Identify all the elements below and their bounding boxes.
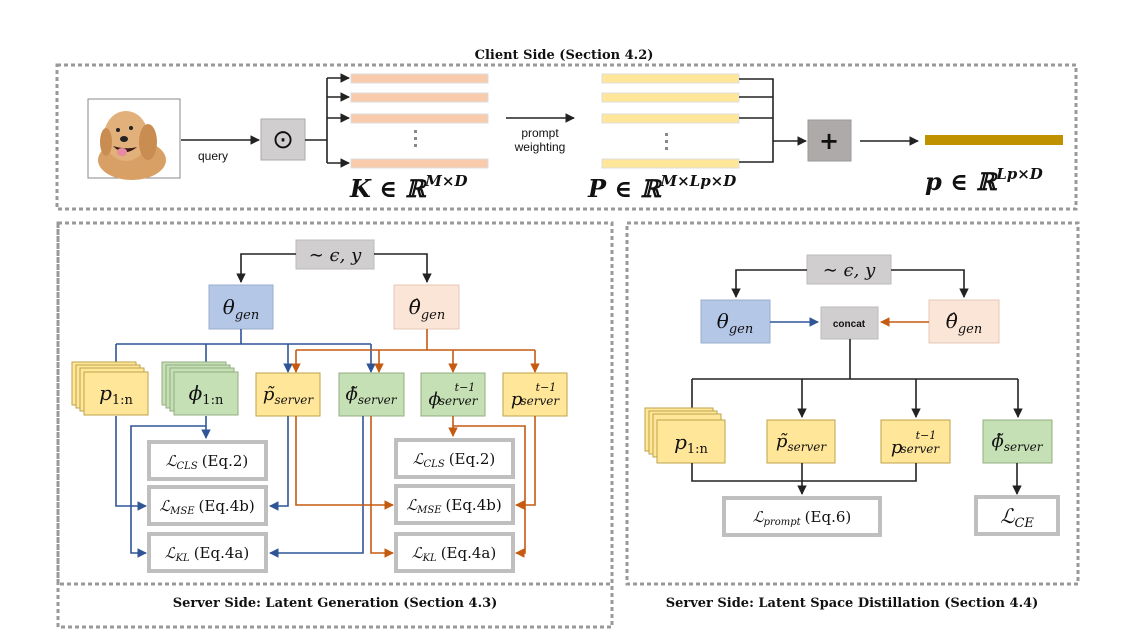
node-phi-1n: ϕ1:n	[161, 361, 239, 416]
node-p-tilde-server: p̃server	[255, 372, 321, 417]
prompt-bar	[601, 92, 740, 103]
node-phi-server-prev: ϕserver t−1	[420, 372, 486, 417]
blue-bus	[116, 329, 371, 345]
noise-to-theta-2	[731, 269, 807, 298]
concat-label: concat	[833, 319, 866, 330]
ptilde-to-mse	[269, 416, 289, 511]
plus-icon: +	[819, 127, 839, 155]
prompt-weighting-label-2: weighting	[514, 140, 566, 154]
svg-text:t−1: t−1	[916, 429, 937, 442]
phitilde-to-kl	[269, 416, 364, 558]
latent-generation-panel	[56, 221, 614, 629]
prompt-loss-wiring	[691, 463, 917, 494]
distill-node-p-tilde-server: p̃server	[766, 419, 836, 464]
hadamard-icon: ⊙	[272, 125, 294, 155]
client-side-panel	[55, 63, 1078, 211]
client-side-title: Client Side (Section 4.2)	[475, 48, 654, 63]
p-label: p ∈ ℝLp×D	[925, 165, 1043, 196]
latent-generation-title: Server Side: Latent Generation (Section …	[173, 596, 498, 611]
distill-node-phi-tilde-server: ϕ̃server	[982, 419, 1053, 464]
svg-text:t−1: t−1	[455, 381, 476, 394]
K-label: K ∈ ℝM×D	[349, 172, 467, 203]
prompt-bar	[601, 73, 740, 84]
svg-text:t−1: t−1	[536, 381, 557, 394]
distill-node-p-1n: p1:n	[644, 407, 726, 464]
sum-lines	[739, 78, 774, 163]
key-bars	[350, 73, 489, 169]
key-bar	[350, 158, 489, 169]
node-phi-tilde-server: ϕ̃server	[338, 372, 405, 417]
orange-bus	[296, 329, 535, 351]
key-bar	[350, 113, 489, 124]
prompt-bar	[601, 158, 740, 169]
noise-label: ∼ ϵ, y	[309, 245, 362, 266]
node-p-1n: p1:n	[71, 361, 149, 416]
noise-to-theta	[236, 253, 296, 283]
dog-image	[87, 98, 181, 180]
distillation-title: Server Side: Latent Space Distillation (…	[666, 596, 1039, 611]
node-p-server-prev: pserver t−1	[502, 372, 568, 417]
phitilde-to-kl-right	[370, 416, 394, 558]
noise-label-2: ∼ ϵ, y	[823, 260, 876, 281]
ptilde-to-mse-right	[295, 416, 394, 510]
prompt-bar	[601, 113, 740, 124]
diagram-canvas: Client Side (Section 4.2) query ⊙ K ∈ ℝM…	[55, 48, 1080, 629]
key-bar	[350, 73, 489, 84]
noise-to-theta-hat	[374, 253, 432, 283]
prompt-bars	[601, 73, 740, 169]
loss-prompt	[722, 496, 882, 537]
final-prompt-bar	[925, 135, 1063, 145]
concat-bus	[692, 339, 1018, 380]
key-bar	[350, 92, 489, 103]
P-label: P ∈ ℝM×Lp×D	[587, 172, 736, 203]
distill-node-p-server-prev: pserver t−1	[880, 419, 951, 464]
prompt-weighting-label-1: prompt	[521, 126, 559, 140]
query-label: query	[198, 149, 228, 163]
noise-to-theta-hat-2	[891, 269, 969, 298]
